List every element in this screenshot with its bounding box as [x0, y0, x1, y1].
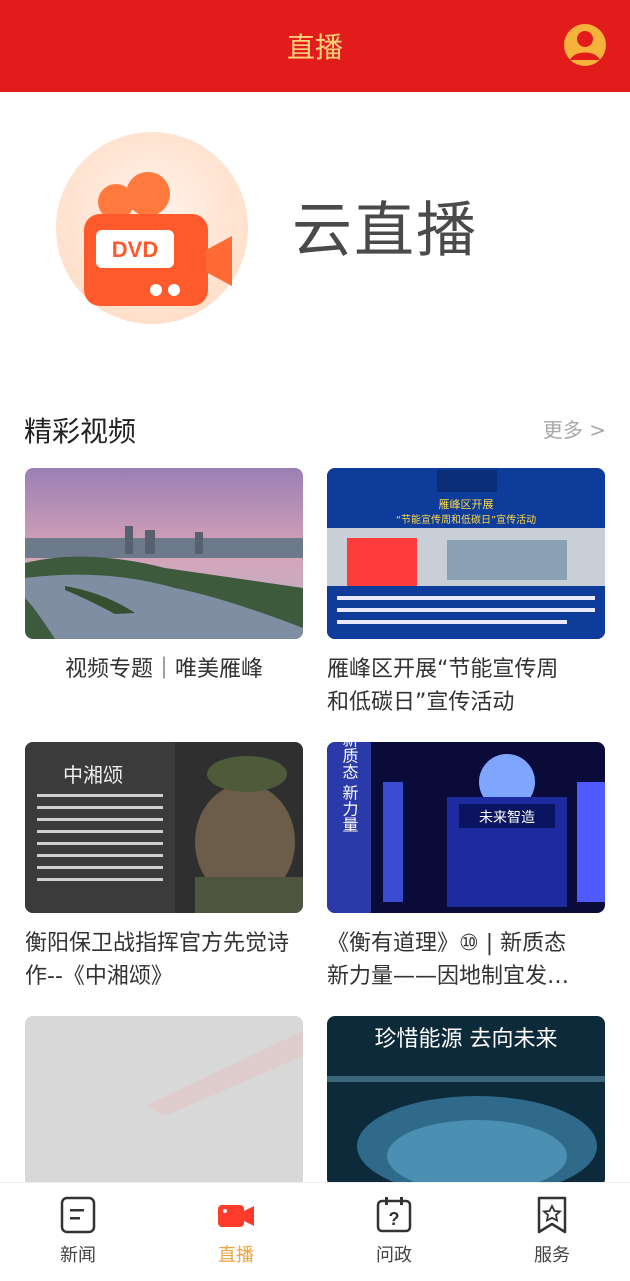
video-card[interactable]	[25, 1016, 303, 1187]
tab-inquiry[interactable]: ? 问政	[334, 1195, 454, 1267]
section-title: 精彩视频	[24, 415, 137, 448]
tab-label: 问政	[376, 1245, 412, 1266]
user-avatar-icon[interactable]	[564, 24, 606, 66]
svg-text:新质态 新力量: 新质态 新力量	[340, 742, 359, 833]
live-hero: DVD 云直播	[0, 92, 630, 392]
svg-text:DVD: DVD	[112, 237, 158, 262]
video-caption: 《衡有道理》⑩ | 新质态 新力量——因地制宜发…	[327, 927, 605, 993]
tab-label: 直播	[218, 1245, 254, 1266]
page-title: 直播	[286, 31, 343, 64]
video-caption: 雁峰区开展“节能宣传周 和低碳日”宣传活动	[327, 653, 605, 719]
video-thumbnail[interactable]: 中湘颂	[25, 742, 303, 913]
video-camera-icon: DVD	[84, 172, 232, 306]
video-caption: 视频专题｜唯美雁峰	[64, 657, 263, 682]
video-thumbnail[interactable]: 雁峰区开展 “节能宣传周和低碳日”宣传活动	[327, 468, 605, 639]
tab-live[interactable]: 直播	[176, 1195, 296, 1267]
tab-label: 服务	[534, 1245, 570, 1266]
video-caption-line: 新力量——因地制宜发…	[327, 964, 570, 989]
live-camera-icon	[216, 1195, 256, 1235]
video-caption-line: 《衡有道理》⑩ | 新质态	[327, 931, 567, 956]
svg-text:未来智造: 未来智造	[479, 810, 535, 826]
tab-service[interactable]: 服务	[492, 1195, 612, 1267]
tab-label: 新闻	[60, 1245, 96, 1266]
video-thumbnail[interactable]: 新质态 新力量 未来智造	[327, 742, 605, 913]
svg-text:雁峰区开展: 雁峰区开展	[439, 498, 494, 511]
service-bookmark-icon	[532, 1195, 572, 1235]
video-card[interactable]: 视频专题｜唯美雁峰	[25, 468, 303, 686]
live-logo[interactable]: DVD	[56, 132, 248, 324]
tab-news[interactable]: 新闻	[18, 1195, 138, 1267]
more-link[interactable]: 更多 >	[543, 414, 606, 443]
video-thumbnail[interactable]	[25, 468, 303, 639]
video-card[interactable]: 雁峰区开展 “节能宣传周和低碳日”宣传活动 雁峰区开展“节能宣传周 和低碳日”宣…	[327, 468, 605, 719]
video-card[interactable]: 珍惜能源 去向未来	[327, 1016, 605, 1187]
video-thumbnail[interactable]: 珍惜能源 去向未来	[327, 1016, 605, 1187]
bottom-tab-bar: 新闻 直播 ? 问政 服务	[0, 1182, 630, 1281]
video-caption-line: 作--《中湘颂》	[25, 964, 173, 989]
svg-text:珍惜能源 去向未来: 珍惜能源 去向未来	[375, 1027, 558, 1052]
news-icon	[58, 1195, 98, 1235]
question-calendar-icon: ?	[374, 1195, 414, 1235]
video-thumbnail[interactable]	[25, 1016, 303, 1187]
video-card[interactable]: 新质态 新力量 未来智造 《衡有道理》⑩ | 新质态 新力量——因地制宜发…	[327, 742, 605, 993]
video-caption-line: 雁峰区开展“节能宣传周	[327, 657, 559, 682]
video-card[interactable]: 中湘颂 衡阳保卫战指挥官方先觉诗 作--《中湘颂》	[25, 742, 303, 993]
svg-text:中湘颂: 中湘颂	[63, 763, 123, 787]
video-caption-line: 衡阳保卫战指挥官方先觉诗	[25, 931, 290, 956]
svg-text:?: ?	[389, 1209, 400, 1229]
video-caption: 衡阳保卫战指挥官方先觉诗 作--《中湘颂》	[25, 927, 303, 993]
top-bar: 直播	[0, 0, 630, 92]
video-caption-line: 和低碳日”宣传活动	[327, 690, 515, 715]
svg-text:“节能宣传周和低碳日”宣传活动: “节能宣传周和低碳日”宣传活动	[396, 513, 536, 526]
live-title: 云直播	[292, 196, 478, 266]
